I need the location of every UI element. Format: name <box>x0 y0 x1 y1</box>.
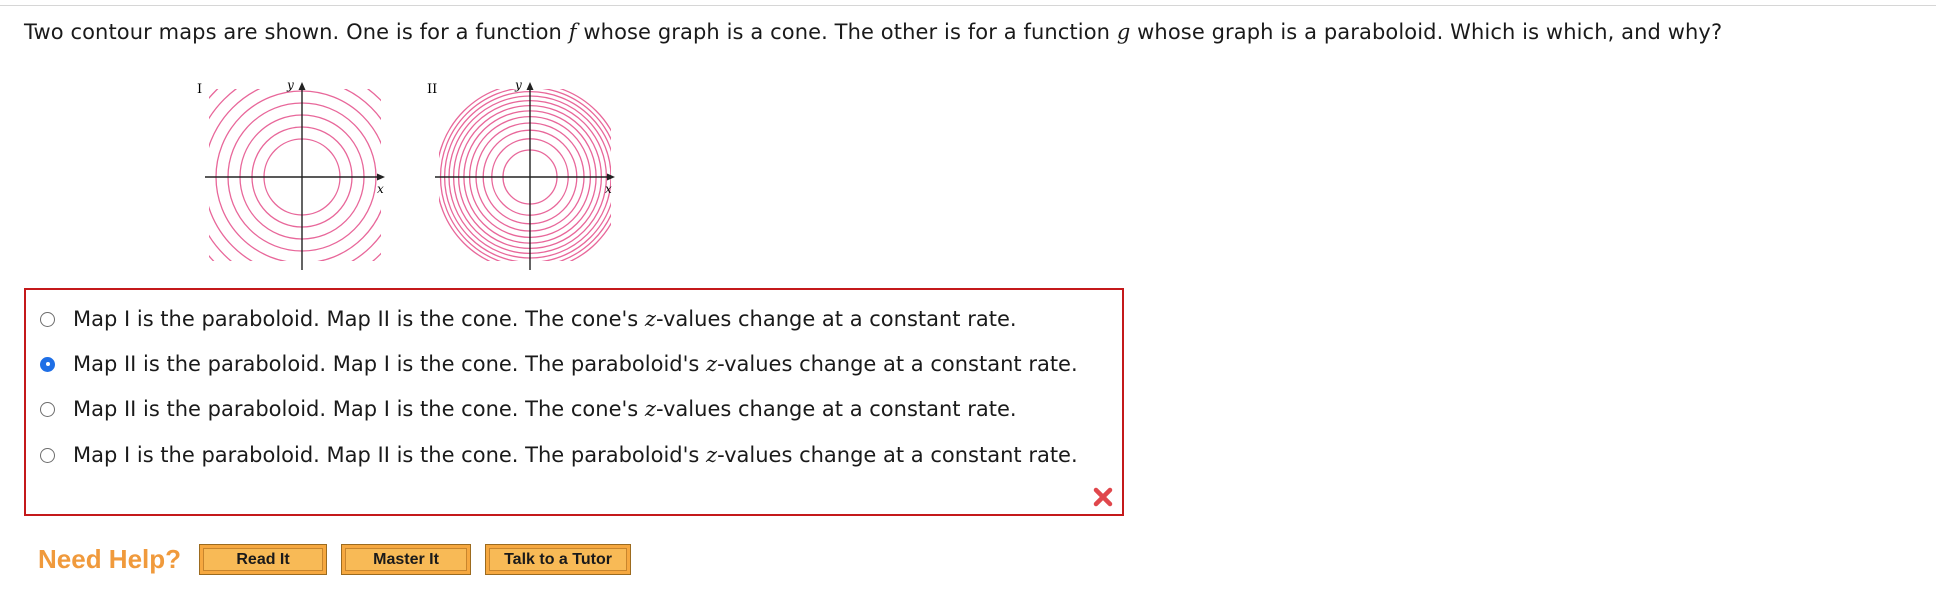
choice-4[interactable]: Map I is the paraboloid. Map II is the c… <box>40 440 1078 470</box>
contour-lines-map-1 <box>209 89 381 261</box>
question-text: Two contour maps are shown. One is for a… <box>24 20 1722 44</box>
contour-maps-figure: I y x II y x <box>195 75 645 275</box>
x-axis-label-map-1: x <box>377 182 384 196</box>
master-it-button[interactable]: Master It <box>341 544 472 575</box>
contour-line <box>209 89 219 261</box>
radio-button[interactable] <box>40 356 55 372</box>
choice-label: Map I is the paraboloid. Map II is the c… <box>73 443 1078 467</box>
radio-button[interactable] <box>40 401 55 417</box>
question-part: Two contour maps are shown. One is for a… <box>24 20 569 44</box>
incorrect-x-icon <box>1093 487 1113 507</box>
map-label-2: II <box>427 82 437 97</box>
need-help-label: Need Help? <box>38 544 182 574</box>
choice-label: Map II is the paraboloid. Map I is the c… <box>73 352 1078 376</box>
contour-maps-svg: I y x II y x <box>197 78 615 270</box>
top-divider <box>0 5 1936 6</box>
talk-to-tutor-label: Talk to a Tutor <box>489 548 628 571</box>
contour-map-2: II y x <box>427 78 615 270</box>
question-part: whose graph is a cone. The other is for … <box>576 20 1117 44</box>
master-it-label: Master It <box>345 548 468 571</box>
talk-to-tutor-button[interactable]: Talk to a Tutor <box>485 544 632 575</box>
y-axis-label-map-2: y <box>514 78 522 92</box>
answer-choices-box: Map I is the paraboloid. Map II is the c… <box>24 288 1124 516</box>
need-help-bar: Need Help? Read It Master It Talk to a T… <box>38 544 632 575</box>
read-it-label: Read It <box>203 548 324 571</box>
choice-2[interactable]: Map II is the paraboloid. Map I is the c… <box>40 349 1078 379</box>
read-it-button[interactable]: Read It <box>199 544 328 575</box>
contour-map-1: I y x <box>197 78 385 270</box>
function-f-symbol: f <box>568 20 577 44</box>
y-axis-label-map-1: y <box>286 78 294 92</box>
map-label-1: I <box>197 82 202 97</box>
choice-1[interactable]: Map I is the paraboloid. Map II is the c… <box>40 304 1017 334</box>
function-g-symbol: g <box>1116 20 1131 44</box>
x-axis-arrow-map-1 <box>377 173 385 181</box>
question-part: whose graph is a paraboloid. Which is wh… <box>1130 20 1723 44</box>
x-axis-label-map-2: x <box>605 182 612 196</box>
y-axis-arrow-map-1 <box>298 82 306 90</box>
radio-button[interactable] <box>40 311 55 327</box>
choice-label: Map II is the paraboloid. Map I is the c… <box>73 397 1017 421</box>
choice-label: Map I is the paraboloid. Map II is the c… <box>73 307 1017 331</box>
radio-button[interactable] <box>40 447 55 463</box>
choice-3[interactable]: Map II is the paraboloid. Map I is the c… <box>40 394 1017 424</box>
y-axis-arrow-map-2 <box>526 82 534 90</box>
